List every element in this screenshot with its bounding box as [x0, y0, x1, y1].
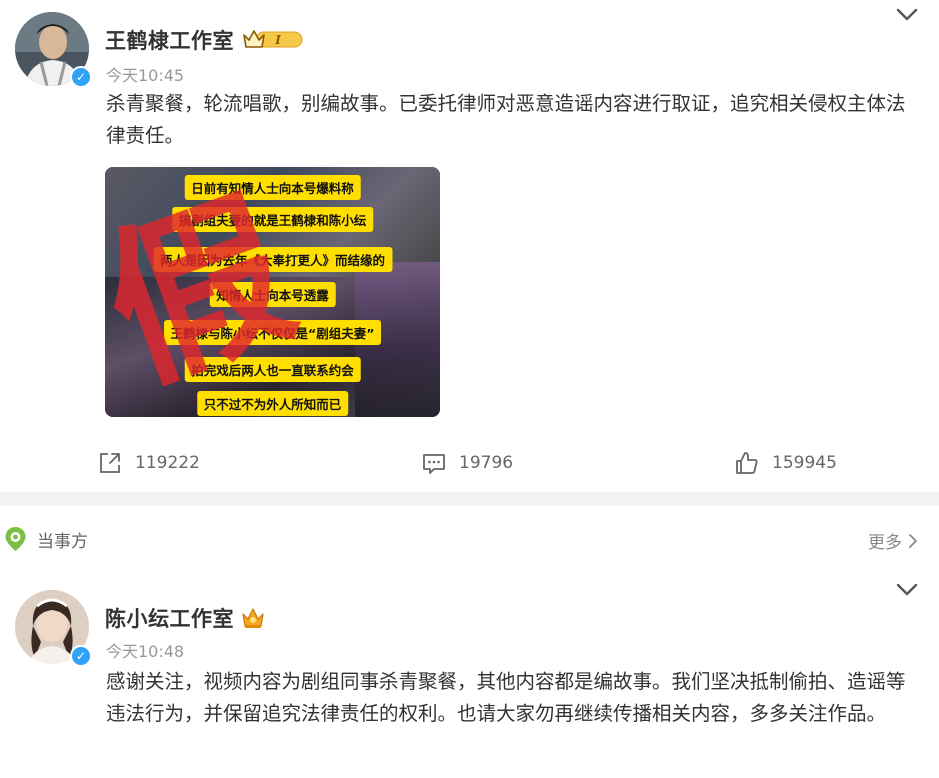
weibo-post: ✓ 王鹤棣工作室 I 今天10:45 杀青聚餐，轮流唱歌，别编故事。已委托律师对… — [0, 0, 939, 492]
member-crown-icon[interactable]: I — [242, 27, 304, 51]
image-caption: 王鹤棣与陈小纭不仅仅是“剧组夫妻” — [163, 320, 382, 345]
chevron-down-icon[interactable] — [895, 7, 919, 23]
like-button[interactable]: 159945 — [734, 448, 837, 478]
chevron-right-icon — [909, 533, 917, 548]
comment-icon — [423, 454, 445, 474]
level-badge: I — [274, 33, 281, 47]
verified-badge-icon: ✓ — [70, 66, 92, 88]
party-section-header: 当事方 更多 — [0, 520, 939, 556]
verified-badge-icon: ✓ — [70, 645, 92, 667]
member-crown-icon[interactable] — [240, 606, 266, 630]
share-button[interactable]: 119222 — [97, 448, 200, 478]
image-caption: 日前有知情人士向本号爆料称 — [184, 175, 361, 200]
post-time[interactable]: 今天10:48 — [106, 638, 184, 662]
username[interactable]: 陈小纭工作室 — [105, 603, 234, 633]
party-label: 当事方 — [37, 532, 88, 552]
image-caption: 只不过不为外人所知而已 — [196, 391, 349, 416]
post-actions: 119222 19796 159945 — [0, 448, 939, 478]
image-caption: 知情人士向本号透露 — [209, 282, 336, 307]
image-caption: 两人是因为去年《大奉打更人》而结缘的 — [152, 247, 393, 272]
comment-button[interactable]: 19796 — [421, 448, 513, 478]
weibo-post: ✓ 陈小纭工作室 今天10:48 感谢关注，视频内容为剧组同事杀青聚餐，其他内容… — [0, 572, 939, 778]
section-divider — [0, 492, 939, 506]
more-label: 更多 — [868, 533, 902, 553]
comment-count: 19796 — [459, 453, 514, 473]
username[interactable]: 王鹤棣工作室 — [105, 25, 234, 55]
image-caption: 拍完戏后两人也一直联系约会 — [184, 357, 361, 382]
chevron-down-icon[interactable] — [895, 582, 919, 598]
post-image[interactable]: 日前有知情人士向本号爆料称 搞剧组夫妻的就是王鹤棣和陈小纭 两人是因为去年《大奉… — [105, 167, 440, 417]
share-icon — [100, 453, 120, 473]
thumbs-up-icon — [736, 452, 758, 474]
like-count: 159945 — [772, 453, 837, 473]
more-link[interactable]: 更多 — [868, 528, 918, 553]
location-pin-icon — [5, 527, 26, 551]
post-text: 杀青聚餐，轮流唱歌，别编故事。已委托律师对恶意造谣内容进行取证，追究相关侵权主体… — [106, 92, 906, 147]
post-text: 感谢关注，视频内容为剧组同事杀青聚餐，其他内容都是编故事。我们坚决抵制偷拍、造谣… — [106, 670, 906, 725]
share-count: 119222 — [135, 453, 200, 473]
image-caption: 搞剧组夫妻的就是王鹤棣和陈小纭 — [171, 207, 374, 232]
post-time[interactable]: 今天10:45 — [106, 62, 184, 86]
